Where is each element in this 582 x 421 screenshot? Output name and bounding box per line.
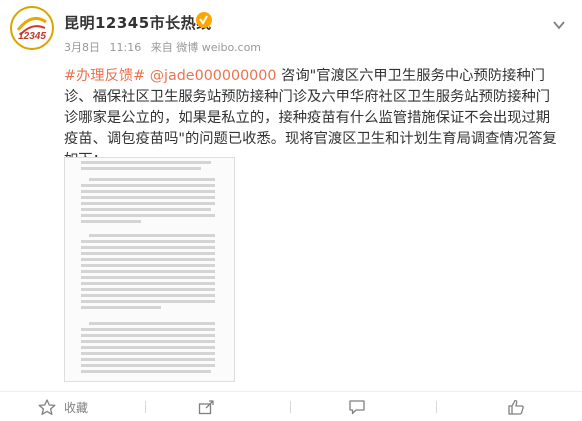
favorite-label: 收藏 (64, 400, 89, 415)
share-button[interactable] (198, 398, 224, 416)
favorite-button[interactable]: 收藏 (38, 398, 88, 416)
post-meta: 3月8日 11:16 来自 微博 weibo.com (64, 39, 267, 55)
post-image[interactable] (64, 157, 235, 382)
divider (290, 401, 291, 413)
topic-link[interactable]: #办理反馈# (64, 68, 145, 84)
star-icon (38, 399, 56, 415)
avatar-logo-icon: 12345 (13, 9, 51, 47)
author-name[interactable]: 昆明12345市长热线 (64, 12, 212, 33)
post-text: #办理反馈# @jade000000000 咨询"官渡区六甲卫生服务中心预防接种… (64, 66, 564, 171)
post-header: 12345 昆明12345市长热线 3月8日 11:16 来自 微博 weibo… (0, 0, 582, 66)
share-icon (198, 400, 214, 415)
post-date[interactable]: 3月8日 (64, 41, 100, 54)
avatar[interactable]: 12345 (10, 6, 54, 50)
action-bar: 收藏 (0, 391, 582, 421)
chevron-down-icon[interactable] (552, 18, 566, 32)
comment-icon (349, 400, 365, 415)
divider (436, 401, 437, 413)
svg-text:12345: 12345 (18, 31, 46, 42)
like-button[interactable] (507, 398, 533, 416)
thumbs-up-icon (508, 399, 524, 415)
divider (145, 401, 146, 413)
post-time[interactable]: 11:16 (110, 41, 142, 54)
verified-badge-icon (196, 12, 212, 28)
post-source[interactable]: 来自 微博 weibo.com (151, 41, 261, 54)
mention-link[interactable]: @jade000000000 (150, 68, 277, 84)
comment-button[interactable] (348, 398, 374, 416)
document-image (65, 158, 234, 381)
